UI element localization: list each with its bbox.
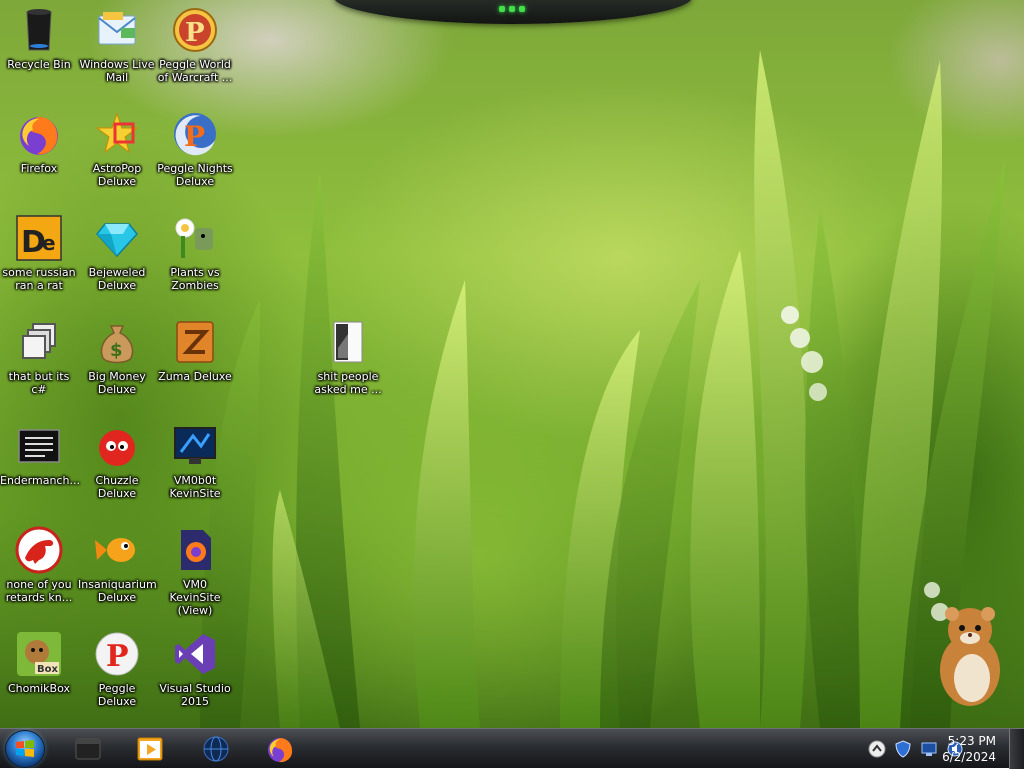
desktop-icon-label: Peggle Nights Deluxe [157,162,233,188]
desktop-icon-label: Plants vs Zombies [170,266,220,292]
folder-icon [324,318,372,366]
taskbar-pin-media-player[interactable] [130,731,170,767]
desktop-icon-label: Bejeweled Deluxe [88,266,146,292]
goldfish-icon [93,526,141,574]
desktop-icon-label: VM0b0t KevinSite [169,474,221,500]
peggle-nights-icon: P [171,110,219,158]
chomikbox-icon: Box [15,630,63,678]
desktop-icon-vm0b0t-kevinsite[interactable]: VM0b0t KevinSite [156,422,234,500]
desktop-icon-label: Insaniquarium Deluxe [78,578,157,604]
desktop-icon-none-of-you-retards[interactable]: none of you retards kn... [0,526,78,604]
media-player-icon [137,737,163,761]
desktop-icon-label: none of you retards kn... [5,578,73,604]
svg-text:e: e [42,231,56,255]
desktop-icon-vm0-kevinsite-view[interactable]: VM0 KevinSite (View) [156,526,234,617]
desktop-icon-peggle-nights-deluxe[interactable]: P Peggle Nights Deluxe [156,110,234,188]
desktop-icon-label: Zuma Deluxe [158,370,232,383]
desktop-icon-label: ChomikBox [8,682,70,695]
zuma-icon [171,318,219,366]
svg-text:P: P [185,18,205,48]
desktop-icon-chuzzle-deluxe[interactable]: Chuzzle Deluxe [78,422,156,500]
desktop-icon-big-money-deluxe[interactable]: $ Big Money Deluxe [78,318,156,396]
show-desktop-button[interactable] [1009,729,1024,769]
desktop-icon-label: Peggle World of Warcraft ... [157,58,233,84]
desktop-icon-label: VM0 KevinSite (View) [169,578,221,617]
desktop-icon-chomikbox[interactable]: Box ChomikBox [0,630,78,695]
gadget-indicator-icon [499,6,505,12]
mail-icon [93,6,141,54]
visual-studio-icon [171,630,219,678]
firefox-document-icon [171,526,219,574]
desktop-icon-shit-people-asked-me[interactable]: shit people asked me ... [309,318,387,396]
desktop-icon-astropop-deluxe[interactable]: AstroPop Deluxe [78,110,156,188]
svg-text:Box: Box [37,664,58,675]
clock-date: 6/2/2024 [942,750,996,764]
gadget-indicator-icon [509,6,515,12]
taskbar-pin-terminal[interactable] [68,731,108,767]
desktop-icon-plants-vs-zombies[interactable]: Plants vs Zombies [156,214,234,292]
start-button[interactable] [6,731,44,767]
astropop-icon [93,110,141,158]
hamster-gadget[interactable] [920,600,1010,712]
desktop-icon-peggle-deluxe[interactable]: P Peggle Deluxe [78,630,156,708]
desktop-icon-some-russian-ran-a-rat[interactable]: De some russian ran a rat [0,214,78,292]
desktop-icon-that-but-its-csharp[interactable]: that but its c# [0,318,78,396]
svg-text:$: $ [110,340,123,361]
globe-icon [203,736,229,762]
peggle-icon: P [171,6,219,54]
svg-text:P: P [106,639,129,674]
desktop-icon-windows-live-mail[interactable]: Windows Live Mail [78,6,156,84]
desktop-icon-label: shit people asked me ... [314,370,382,396]
desktop-icon-label: AstroPop Deluxe [92,162,142,188]
start-orb-icon [16,740,34,757]
desktop-icon-label: that but its c# [8,370,70,396]
desktop-icon-visual-studio-2015[interactable]: Visual Studio 2015 [156,630,234,708]
windows-stack-icon [15,318,63,366]
desktop-icon-label: Endermanch... [0,474,80,487]
money-bag-icon: $ [93,318,141,366]
terminal-window-icon [75,738,101,760]
terminal-icon [15,422,63,470]
desktop-icon-peggle-world-of-warcraft[interactable]: P Peggle World of Warcraft ... [156,6,234,84]
desktop-icon-label: Windows Live Mail [79,58,155,84]
taskbar-pin-firefox[interactable] [260,731,300,767]
desktop-icon-label: Peggle Deluxe [97,682,137,708]
gadget-indicator-icon [519,6,525,12]
taskbar-clock[interactable]: 5:23 PM 6/2/2024 [930,733,996,765]
desktop-icon-label: Big Money Deluxe [88,370,146,396]
chuzzle-icon [93,422,141,470]
dino-icon [15,526,63,574]
desktop-icon-label: some russian ran a rat [2,266,76,292]
desktop-icon-recycle-bin[interactable]: Recycle Bin [0,6,78,71]
show-hidden-icons-chevron[interactable] [868,740,886,758]
plants-vs-zombies-icon [171,214,219,262]
desktop-icon-label: Chuzzle Deluxe [95,474,139,500]
firefox-icon [268,738,293,763]
svg-text:P: P [184,120,205,153]
diamond-icon [93,214,141,262]
peggle-deluxe-icon: P [93,630,141,678]
taskbar: 5:23 PM 6/2/2024 [0,728,1024,769]
clock-time: 5:23 PM [947,734,996,748]
desktop-icon-insaniquarium-deluxe[interactable]: Insaniquarium Deluxe [78,526,157,604]
desktop-icon-label: Visual Studio 2015 [159,682,231,708]
desktop-icon-firefox[interactable]: Firefox [0,110,78,175]
monitor-icon [171,422,219,470]
desktop-icon-zuma-deluxe[interactable]: Zuma Deluxe [156,318,234,383]
desktop-icon-bejeweled-deluxe[interactable]: Bejeweled Deluxe [78,214,156,292]
firefox-icon [15,110,63,158]
de-icon: De [15,214,63,262]
taskbar-pin-globe[interactable] [196,731,236,767]
security-shield-icon[interactable] [894,740,912,758]
desktop-icon-endermanch[interactable]: Endermanch... [0,422,80,487]
desktop-icon-label: Firefox [20,162,58,175]
recycle-bin-icon [15,6,63,54]
desktop-icon-label: Recycle Bin [7,58,71,71]
